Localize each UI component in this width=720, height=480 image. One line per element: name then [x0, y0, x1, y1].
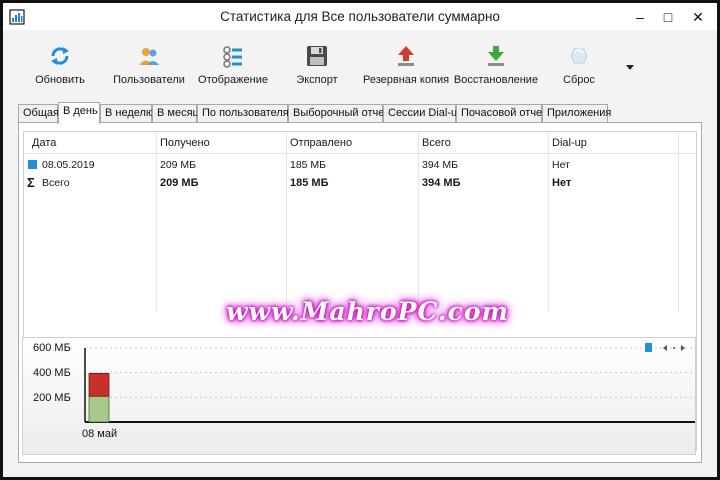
- tab-applications[interactable]: Приложения: [542, 104, 611, 123]
- cell-date: 08.05.2019: [42, 159, 95, 171]
- chart-scroll-thumb: [645, 343, 652, 352]
- cell-received: 209 МБ: [160, 159, 197, 171]
- floppy-icon: [307, 46, 327, 66]
- y-tick-label: 200 МБ: [33, 392, 71, 404]
- column-received[interactable]: Получено: [160, 137, 210, 149]
- reset-label: Сброс: [563, 74, 595, 86]
- watermark: www.MahroPC.com: [226, 297, 509, 326]
- tab-general[interactable]: Общая: [18, 104, 59, 123]
- restore-button[interactable]: Восстановление: [449, 44, 543, 96]
- users-label: Пользователи: [113, 74, 185, 86]
- bar-received: [88, 395, 110, 423]
- column-date[interactable]: Дата: [32, 137, 56, 149]
- maximize-button[interactable]: □: [655, 7, 681, 27]
- cell-sent: 185 МБ: [290, 159, 327, 171]
- backup-label: Резервная копия: [363, 74, 450, 86]
- dropdown-triangle-icon[interactable]: [623, 60, 637, 74]
- bottom-strip: [3, 466, 717, 477]
- tab-hourly-report[interactable]: Почасовой отчет: [456, 104, 547, 123]
- display-label: Отображение: [198, 74, 268, 86]
- restore-label: Восстановление: [453, 74, 539, 86]
- tab-by-users[interactable]: По пользователям: [197, 104, 296, 123]
- window-title: Статистика для Все пользователи суммарно: [220, 9, 500, 24]
- tab-daily[interactable]: В день: [58, 102, 100, 124]
- chart-canvas: [84, 343, 695, 423]
- column-dialup[interactable]: Dial-up: [552, 137, 587, 149]
- close-button[interactable]: ✕: [685, 7, 711, 27]
- y-tick-label: 600 МБ: [33, 342, 71, 354]
- export-label: Экспорт: [296, 74, 338, 86]
- export-button[interactable]: Экспорт: [291, 44, 343, 96]
- traffic-chart: 600 МБ 400 МБ 200 МБ 08 май: [22, 337, 696, 455]
- restore-down-arrow-icon: [488, 46, 504, 66]
- column-sent[interactable]: Отправлено: [290, 137, 352, 149]
- reset-icon: [570, 48, 588, 64]
- users-button[interactable]: Пользователи: [107, 44, 191, 96]
- table-row[interactable]: 08.05.2019 209 МБ 185 МБ 394 МБ Нет: [24, 156, 696, 173]
- column-total[interactable]: Всего: [422, 137, 451, 149]
- cell-total: 394 МБ: [422, 159, 459, 171]
- sigma-icon: Σ: [27, 175, 35, 190]
- chart-nav-left-icon: [663, 345, 667, 351]
- display-icon: [223, 46, 242, 68]
- reset-button[interactable]: Сброс: [555, 44, 603, 96]
- tab-dialup-sessions[interactable]: Сессии Dial-up: [383, 104, 463, 123]
- y-tick-label: 400 МБ: [33, 367, 71, 379]
- minimize-button[interactable]: –: [627, 7, 653, 27]
- tab-custom-report[interactable]: Выборочный отчет: [288, 104, 389, 123]
- refresh-icon: [51, 47, 69, 65]
- backup-up-arrow-icon: [398, 46, 414, 66]
- refresh-label: Обновить: [35, 74, 85, 86]
- tab-weekly[interactable]: В неделю: [100, 104, 154, 123]
- table-header: Дата Получено Отправлено Всего Dial-up: [24, 132, 696, 154]
- display-button[interactable]: Отображение: [197, 44, 269, 96]
- tab-monthly[interactable]: В месяц: [152, 104, 199, 123]
- cell-date: Всего: [42, 177, 70, 189]
- cell-dialup: Нет: [552, 159, 570, 171]
- refresh-button[interactable]: Обновить: [29, 44, 91, 96]
- bar-sent: [88, 373, 110, 397]
- toolbar: Обновить Пользователи Отображение Экспор…: [3, 30, 717, 100]
- cell-total: 394 МБ: [422, 177, 461, 189]
- cell-sent: 185 МБ: [290, 177, 329, 189]
- table-row-total[interactable]: Σ Всего 209 МБ 185 МБ 394 МБ Нет: [24, 174, 696, 191]
- chart-nav-right-icon: [681, 345, 685, 351]
- cell-received: 209 МБ: [160, 177, 199, 189]
- x-tick-label: 08 май: [82, 428, 118, 440]
- users-icon: [139, 48, 159, 65]
- title-bar: Статистика для Все пользователи суммарно…: [3, 3, 717, 30]
- chart-nav-dot-icon: [673, 347, 675, 349]
- backup-button[interactable]: Резервная копия: [363, 44, 449, 96]
- blue-square-icon: [28, 160, 37, 169]
- cell-dialup: Нет: [552, 177, 572, 189]
